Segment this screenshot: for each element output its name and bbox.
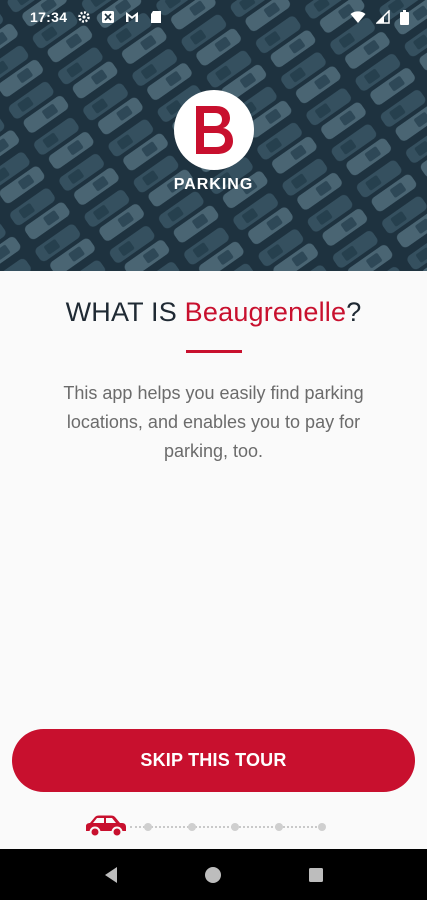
logo-text: PARKING [173, 176, 254, 193]
title-divider [185, 350, 242, 353]
recents-button[interactable] [304, 863, 328, 887]
title-prefix: WHAT IS [65, 297, 185, 327]
battery-icon [400, 9, 409, 25]
gear-icon [78, 11, 91, 23]
system-nav-bar [0, 849, 427, 900]
page-title: WHAT IS Beaugrenelle? [0, 297, 427, 328]
wifi-icon [350, 11, 366, 23]
pager-track [130, 826, 325, 828]
pager-dot-6[interactable] [318, 823, 326, 831]
pager-dot-4[interactable] [231, 823, 239, 831]
back-button[interactable] [99, 863, 123, 887]
hero-banner: PARKING [0, 0, 427, 271]
back-icon [105, 866, 118, 883]
gmail-icon [126, 12, 139, 22]
signal-icon [376, 10, 390, 24]
home-button[interactable] [201, 863, 225, 887]
car-icon[interactable] [84, 814, 128, 838]
title-suffix: ? [346, 297, 362, 327]
skip-tour-button[interactable]: SKIP THIS TOUR [12, 729, 415, 792]
recents-icon [308, 867, 323, 882]
sd-card-icon [151, 11, 162, 23]
intro-section: WHAT IS Beaugrenelle? This app helps you… [0, 271, 427, 466]
box-icon [102, 11, 115, 23]
pager-dot-5[interactable] [275, 823, 283, 831]
logo-badge [173, 90, 254, 170]
status-bar: 17:34 [0, 0, 427, 34]
pager-dot-3[interactable] [188, 823, 196, 831]
status-time: 17:34 [30, 9, 68, 25]
logo-b-icon [195, 106, 233, 154]
pager-dot-2[interactable] [144, 823, 152, 831]
app-logo: PARKING [0, 90, 427, 194]
tour-pager [0, 812, 427, 842]
intro-description: This app helps you easily find parking l… [63, 383, 364, 461]
title-brand: Beaugrenelle [184, 297, 347, 327]
home-icon [205, 866, 222, 883]
